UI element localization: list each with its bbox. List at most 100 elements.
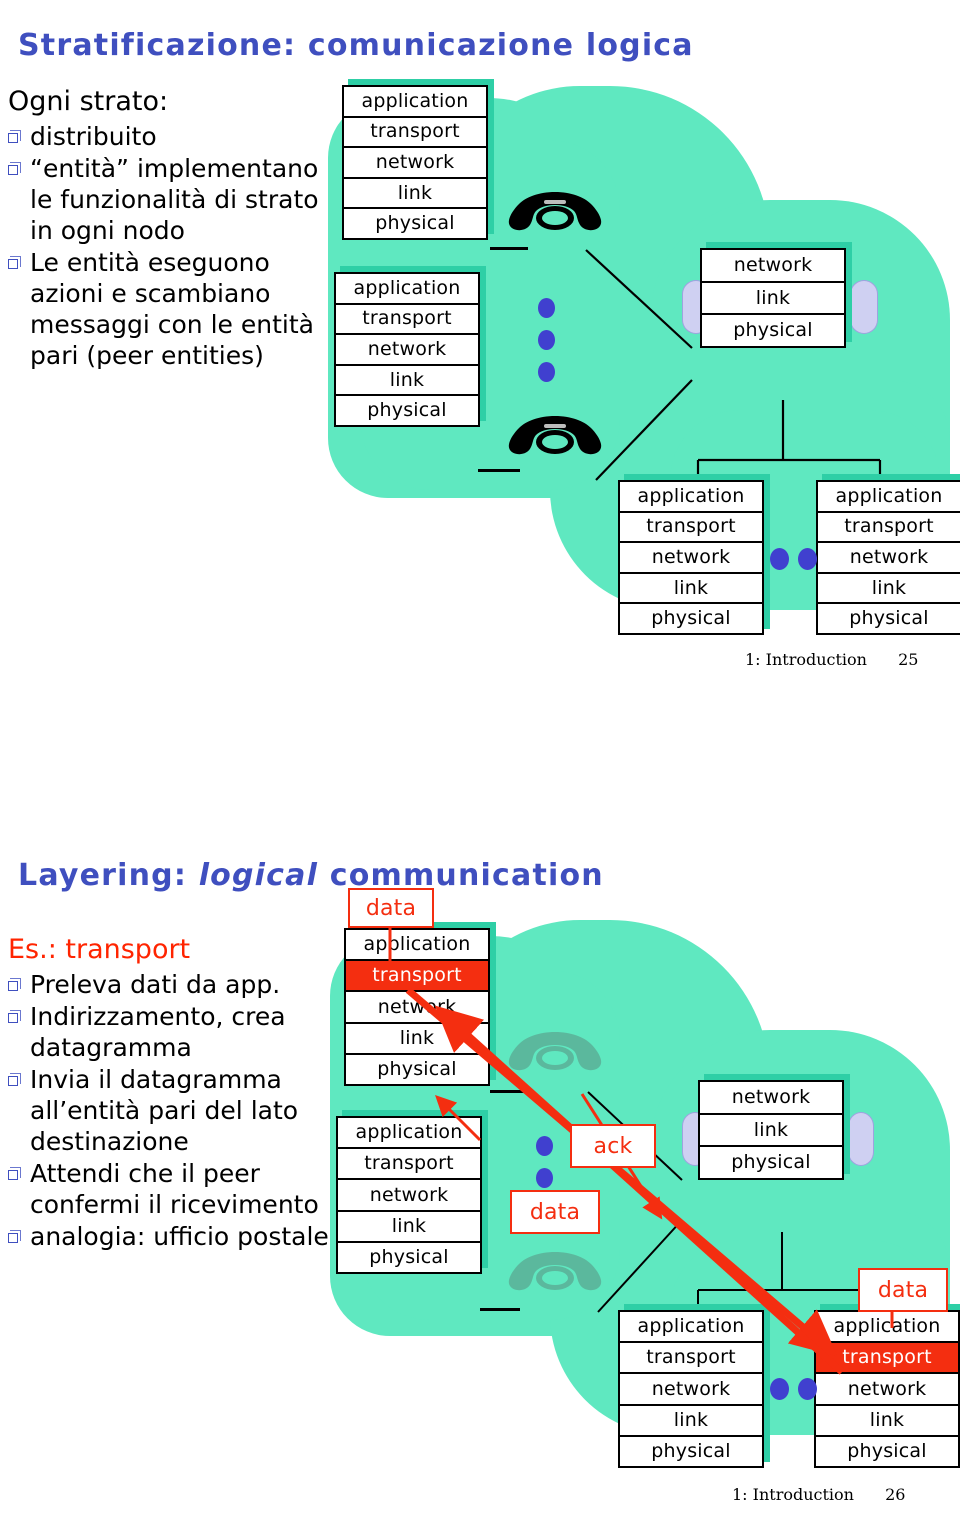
layer-link: link	[700, 1114, 842, 1148]
layer-link: link	[702, 282, 844, 316]
list-item-label: Preleva dati da app.	[30, 970, 281, 1000]
list-item: analogia: ufficio postale	[8, 1221, 330, 1252]
telephone-icon	[505, 188, 605, 244]
list-item: Attendi che il peer confermi il ricevime…	[8, 1158, 330, 1220]
stack-frame: application transport network link physi…	[814, 1310, 960, 1468]
footer-label: 1: Introduction	[745, 650, 867, 669]
layer-transport: transport	[336, 304, 478, 336]
layer-physical: physical	[346, 1054, 488, 1085]
bullet-cube-icon	[8, 1167, 21, 1181]
stack-frame: network link physical	[698, 1080, 844, 1180]
bullet-cube-icon	[8, 1073, 21, 1087]
layer-link: link	[336, 365, 478, 397]
layer-physical: physical	[620, 1436, 762, 1467]
layer-application: application	[816, 1312, 958, 1344]
bullet-cube-icon	[8, 1010, 21, 1024]
layer-link: link	[338, 1211, 480, 1243]
layer-transport: transport	[346, 961, 488, 993]
router-cylinder-right	[848, 1112, 874, 1166]
layer-network: network	[818, 543, 960, 574]
protocol-stack-host-b: application transport network link physi…	[334, 266, 486, 427]
protocol-stack-router: network link physical	[698, 1074, 850, 1180]
list-item-label: Le entità eseguono azioni e scambiano me…	[30, 248, 314, 371]
data-tag-top-left: data	[348, 888, 434, 928]
telephone-icon	[505, 1028, 605, 1084]
list-item-label: distribuito	[30, 122, 157, 152]
layer-physical: physical	[344, 209, 486, 238]
layer-transport: transport	[338, 1149, 480, 1181]
layer-link: link	[816, 1405, 958, 1437]
data-tag-middle: data	[510, 1190, 600, 1234]
protocol-stack-host-d: application transport network link physi…	[814, 1304, 960, 1468]
slide-stratificazione: Stratificazione: comunicazione logica Og…	[0, 0, 960, 760]
layering-diagram: application transport network link physi…	[320, 79, 960, 635]
router-cylinder-right	[850, 280, 878, 334]
protocol-stack-host-d: application transport network link physi…	[816, 474, 960, 635]
list-item-label: “entità” implementano le funzionalità di…	[30, 154, 319, 246]
data-tag-bottom-right: data	[858, 1268, 948, 1312]
protocol-stack-host-c: application transport network link physi…	[618, 474, 770, 635]
ack-tag: ack	[570, 1124, 656, 1168]
layer-application: application	[620, 1312, 762, 1344]
ellipsis-dot	[538, 298, 555, 318]
protocol-stack-router: network link physical	[700, 242, 852, 348]
layer-application: application	[344, 87, 486, 118]
slide2-bullet-list: Es.: transport Preleva dati da app. Indi…	[8, 932, 330, 1253]
list-item: Le entità eseguono azioni e scambiano me…	[8, 247, 326, 371]
layer-physical: physical	[818, 604, 960, 633]
stack-frame: application transport network link physi…	[342, 85, 488, 240]
list-item-label: Invia il datagramma all’entità pari del …	[30, 1065, 299, 1157]
layer-application: application	[336, 274, 478, 305]
bullet-cube-icon	[8, 256, 21, 270]
layer-network: network	[336, 335, 478, 366]
layer-link: link	[346, 1023, 488, 1055]
ellipsis-dot	[770, 548, 789, 570]
stack-frame: application transport network link physi…	[336, 1116, 482, 1274]
layer-transport: transport	[816, 1343, 958, 1375]
slide2-lead-text: Es.: transport	[8, 934, 191, 965]
bullet-cube-icon	[8, 162, 21, 176]
protocol-stack-host-a: application transport network link physi…	[344, 922, 496, 1086]
layer-application: application	[818, 482, 960, 513]
ellipsis-dot	[536, 1168, 553, 1188]
link-line	[490, 247, 528, 250]
list-item: Preleva dati da app.	[8, 969, 330, 1000]
layer-physical: physical	[620, 604, 762, 633]
page-title: Stratificazione: comunicazione logica	[18, 28, 694, 64]
layer-physical: physical	[338, 1242, 480, 1273]
layer-network: network	[344, 148, 486, 179]
slide-layering-logical-communication: Layering: logical communication Es.: tra…	[0, 760, 960, 1516]
list-item: distribuito	[8, 121, 326, 152]
ellipsis-dot	[538, 330, 555, 350]
list-item-label: analogia: ufficio postale	[30, 1222, 329, 1252]
list-item: Invia il datagramma all’entità pari del …	[8, 1064, 330, 1157]
protocol-stack-host-c: application transport network link physi…	[618, 1304, 770, 1468]
stack-frame: application transport network link physi…	[618, 1310, 764, 1468]
protocol-stack-host-b: application transport network link physi…	[336, 1110, 488, 1274]
layer-link: link	[818, 573, 960, 605]
stack-frame: application transport network link physi…	[618, 480, 764, 635]
page-title-prefix: Layering:	[18, 858, 199, 894]
slide1-bullet-list: Ogni strato: distribuito “entità” implem…	[8, 84, 326, 372]
layer-application: application	[338, 1118, 480, 1150]
layer-network: network	[620, 1374, 762, 1406]
slide1-footer: 1: Introduction 25	[745, 650, 918, 669]
list-item: “entità” implementano le funzionalità di…	[8, 153, 326, 246]
link-line	[478, 469, 520, 472]
ellipsis-dot	[538, 362, 555, 382]
layer-network: network	[816, 1374, 958, 1406]
footer-label: 1: Introduction	[732, 1485, 854, 1504]
link-line	[490, 1090, 526, 1093]
ellipsis-dot	[798, 548, 817, 570]
layer-physical: physical	[336, 396, 478, 425]
page-title-italic: logical	[198, 858, 319, 894]
bullet-cube-icon	[8, 1230, 21, 1244]
protocol-stack-host-a: application transport network link physi…	[342, 79, 494, 240]
layer-application: application	[346, 930, 488, 962]
ellipsis-dot	[798, 1378, 817, 1400]
layer-network: network	[338, 1180, 480, 1212]
list-item-label: Attendi che il peer confermi il ricevime…	[30, 1159, 319, 1220]
bullet-cube-icon	[8, 130, 21, 144]
layer-transport: transport	[620, 1343, 762, 1375]
bullet-cube-icon	[8, 978, 21, 992]
